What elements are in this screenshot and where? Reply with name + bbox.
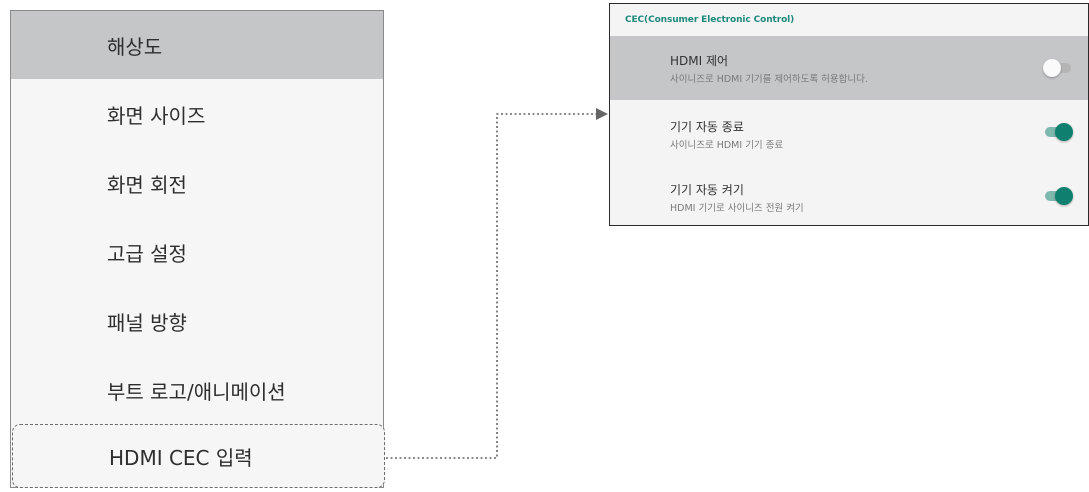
menu-item-panel-direction[interactable]: 패널 방향 bbox=[11, 287, 383, 355]
row-subtitle: 사이니즈로 HDMI 기기 종료 bbox=[670, 140, 784, 151]
auto-power-off-toggle[interactable] bbox=[1043, 122, 1073, 142]
menu-item-screen-size[interactable]: 화면 사이즈 bbox=[11, 80, 383, 148]
row-subtitle: 사이니즈로 HDMI 기기를 제어하도록 허용합니다. bbox=[670, 74, 868, 85]
toggle-knob bbox=[1055, 187, 1073, 205]
menu-item-advanced-settings[interactable]: 고급 설정 bbox=[11, 218, 383, 286]
menu-item-screen-rotation[interactable]: 화면 회전 bbox=[11, 149, 383, 217]
cec-settings-panel: CEC(Consumer Electronic Control) HDMI 제어… bbox=[609, 3, 1089, 226]
auto-power-on-toggle[interactable] bbox=[1043, 186, 1073, 206]
menu-item-boot-logo-animation[interactable]: 부트 로고/애니메이션 bbox=[11, 356, 383, 424]
row-title: 기기 자동 종료 bbox=[670, 120, 744, 134]
row-title: 기기 자동 켜기 bbox=[670, 183, 744, 197]
cec-row-hdmi-control[interactable]: HDMI 제어 사이니즈로 HDMI 기기를 제어하도록 허용합니다. bbox=[610, 36, 1088, 100]
toggle-knob bbox=[1043, 59, 1061, 77]
arrow-head-icon bbox=[596, 108, 608, 120]
cec-row-auto-power-on[interactable]: 기기 자동 켜기 HDMI 기기로 사이니즈 전원 켜기 bbox=[610, 164, 1088, 225]
row-subtitle: HDMI 기기로 사이니즈 전원 켜기 bbox=[670, 203, 804, 214]
menu-item-label: HDMI CEC 입력 bbox=[109, 445, 253, 470]
menu-item-resolution[interactable]: 해상도 bbox=[11, 11, 383, 79]
menu-item-label: 패널 방향 bbox=[107, 310, 187, 335]
menu-item-label: 화면 사이즈 bbox=[107, 103, 206, 128]
row-title: HDMI 제어 bbox=[670, 54, 729, 68]
menu-item-label: 부트 로고/애니메이션 bbox=[107, 379, 286, 404]
menu-item-label: 화면 회전 bbox=[107, 172, 187, 197]
menu-item-hdmi-cec-input[interactable]: HDMI CEC 입력 bbox=[12, 424, 385, 488]
menu-item-label: 고급 설정 bbox=[107, 241, 187, 266]
menu-item-label: 해상도 bbox=[107, 34, 163, 59]
toggle-knob bbox=[1055, 123, 1073, 141]
cec-row-auto-power-off[interactable]: 기기 자동 종료 사이니즈로 HDMI 기기 종료 bbox=[610, 100, 1088, 164]
display-settings-menu: 해상도 화면 사이즈 화면 회전 고급 설정 패널 방향 부트 로고/애니메이션… bbox=[10, 10, 385, 488]
panel-header: CEC(Consumer Electronic Control) bbox=[625, 15, 795, 25]
hdmi-control-toggle[interactable] bbox=[1043, 58, 1073, 78]
